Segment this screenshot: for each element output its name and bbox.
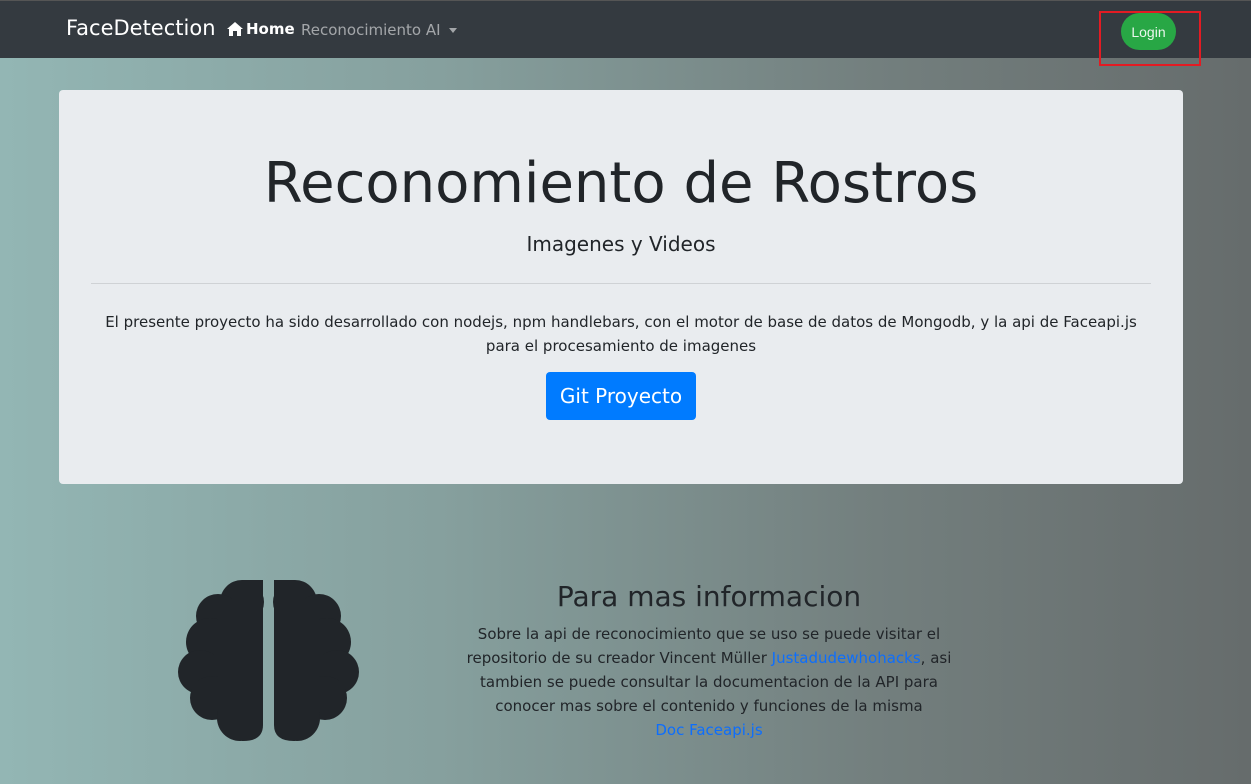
- caret-down-icon: [448, 28, 457, 33]
- author-repo-link[interactable]: Justadudewhohacks: [772, 649, 921, 667]
- nav-dropdown-reconocimiento[interactable]: Reconocimiento AI: [301, 21, 457, 39]
- info-title: Para mas informacion: [556, 580, 862, 613]
- faceapi-doc-link[interactable]: Doc Faceapi.js: [655, 721, 762, 739]
- divider: [91, 283, 1151, 284]
- page-title: Reconomiento de Rostros: [263, 151, 979, 216]
- info-paragraph: Sobre la api de reconocimiento que se us…: [460, 622, 958, 742]
- hero-jumbotron: Reconomiento de Rostros Imagenes y Video…: [59, 90, 1183, 484]
- git-project-button[interactable]: Git Proyecto: [546, 372, 696, 420]
- page-subtitle: Imagenes y Videos: [526, 232, 716, 256]
- brand-link[interactable]: FaceDetection: [66, 16, 216, 40]
- nav-home-link[interactable]: Home: [226, 20, 295, 38]
- home-icon: [227, 22, 243, 36]
- brain-icon: [178, 580, 359, 741]
- nav-home-label: Home: [246, 20, 295, 38]
- top-navbar: FaceDetection Home Reconocimiento AI Log…: [0, 0, 1251, 66]
- login-button[interactable]: Login: [1121, 13, 1176, 50]
- nav-dropdown-label: Reconocimiento AI: [301, 21, 441, 39]
- project-description: El presente proyecto ha sido desarrollad…: [105, 313, 1137, 355]
